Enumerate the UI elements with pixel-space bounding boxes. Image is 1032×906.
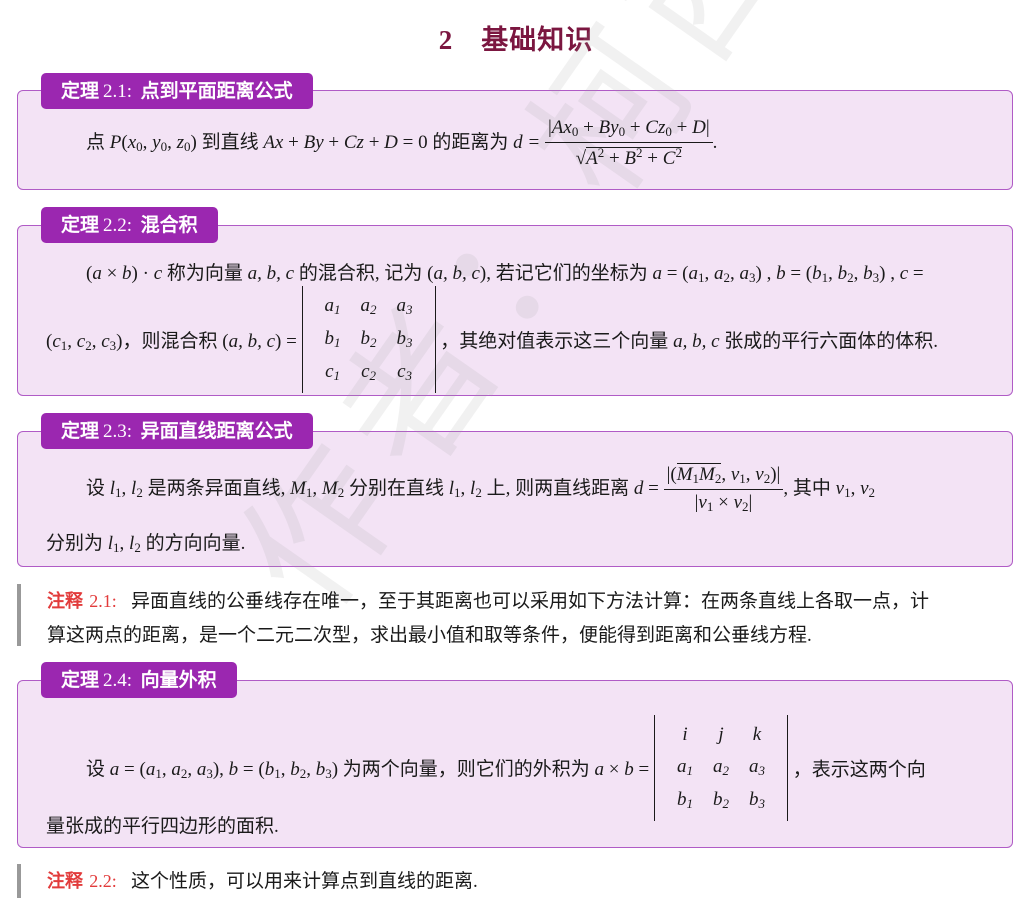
theorem-box: 设 l1, l2 是两条异面直线, M1, M2 分别在直线 l1, l2 上,…	[17, 431, 1013, 567]
theorem-body: 点 P(x0, y0, z0) 到直线 Ax + By + Cz + D = 0…	[86, 117, 718, 170]
distance-fraction: |(M1M2, v1, v2)| |v1 × v2|	[663, 463, 784, 515]
body-text: 分别在直线	[344, 477, 449, 499]
theorem-number: 2.2:	[103, 215, 133, 236]
theorem-name: 点到平面距离公式	[140, 80, 293, 102]
remark: 注释 2.1: 异面直线的公垂线存在唯一，至于其距离也可以采用如下方法计算：在两…	[17, 584, 1007, 646]
formula-plane: Ax + By + Cz + D = 0	[263, 131, 428, 153]
body-text: 的混合积, 记为	[294, 263, 428, 284]
remark-text: 这个性质，可以用来计算点到直线的距离.	[131, 871, 478, 892]
body-text: ，其绝对值表示这三个向量	[440, 331, 674, 352]
theorem-body-line1: 设 a = (a1, a2, a3), b = (b1, b2, b3) 为两个…	[86, 715, 926, 821]
theorem-name: 混合积	[140, 214, 198, 236]
theorem-prefix: 定理	[61, 669, 100, 691]
theorem-box: 设 a = (a1, a2, a3), b = (b1, b2, b3) 为两个…	[17, 680, 1013, 848]
remark-text: 算这两点的距离，是一个二元二次型，求出最小值和取等条件，便能得到距离和公垂线方程…	[47, 625, 812, 646]
body-text: 称为向量	[162, 263, 248, 284]
formula-point: P(x0, y0, z0)	[109, 131, 197, 154]
theorem-name: 向量外积	[140, 669, 217, 691]
theorem-label: 定理 2.4: 向量外积	[41, 662, 237, 698]
theorem-prefix: 定理	[61, 80, 100, 102]
theorem-number: 2.3:	[103, 421, 133, 442]
body-text: 是两条异面直线,	[142, 477, 291, 499]
formula-d: d =	[513, 131, 541, 153]
body-text: 设	[86, 759, 110, 780]
body-text: 的距离为	[427, 131, 514, 153]
theorem-label: 定理 2.3: 异面直线距离公式	[41, 413, 313, 449]
theorem-prefix: 定理	[61, 214, 100, 236]
body-text: 的方向向量.	[140, 533, 246, 554]
body-text: 为两个向量，则它们的外积为	[338, 759, 595, 780]
body-text: 量张成的平行四边形的面积.	[46, 816, 279, 837]
theorem-prefix: 定理	[61, 420, 100, 442]
theorem-body-line2: 量张成的平行四边形的面积.	[46, 811, 279, 838]
body-text: , 其中	[783, 477, 836, 499]
remark: 注释 2.2: 这个性质，可以用来计算点到直线的距离.	[17, 864, 1007, 898]
body-text: 设	[86, 477, 110, 499]
theorem-body-line1: (a × b) · c 称为向量 a, b, c 的混合积, 记为 (a, b,…	[86, 263, 924, 285]
remark-label: 注释 2.2:	[47, 871, 117, 892]
theorem-label: 定理 2.1: 点到平面距离公式	[41, 73, 313, 109]
body-text: ，则混合积	[122, 330, 223, 352]
body-text: 点	[86, 131, 110, 153]
theorem-number: 2.1:	[103, 81, 133, 102]
body-text: ，表示这两个向	[792, 759, 926, 781]
body-text: 上, 则两直线距离	[481, 477, 634, 499]
theorem-body-line2: (c1, c2, c3)，则混合积 (a, b, c) = a1 a2 a3 b1 b…	[46, 286, 938, 393]
remark-text: 异面直线的公垂线存在唯一，至于其距离也可以采用如下方法计算：在两条直线上各取一点…	[131, 591, 930, 612]
body-text: 到直线	[196, 131, 264, 153]
body-text: 分别为	[46, 533, 108, 554]
theorem-body-line2: 分别为 l1, l2 的方向向量.	[46, 533, 246, 555]
body-text: 张成的平行六面体的体积.	[719, 331, 939, 352]
theorem-number: 2.4:	[103, 670, 133, 691]
section-number: 2	[438, 25, 454, 55]
theorem-name: 异面直线距离公式	[140, 420, 293, 442]
determinant: ijk a1 a2 a3 b1 b2 b3	[653, 715, 788, 821]
theorem-body-line1: 设 l1, l2 是两条异面直线, M1, M2 分别在直线 l1, l2 上,…	[86, 463, 876, 515]
distance-fraction: |Ax0 + By0 + Cz0 + D| √A2 + B2 + C2	[544, 117, 713, 170]
determinant: a1 a2 a3 b1 b2 b3 c1 c2 c3	[301, 286, 436, 393]
body-text: , 若记它们的坐标为	[486, 263, 653, 284]
remark-label: 注释 2.1:	[47, 591, 117, 612]
theorem-label: 定理 2.2: 混合积	[41, 207, 218, 243]
